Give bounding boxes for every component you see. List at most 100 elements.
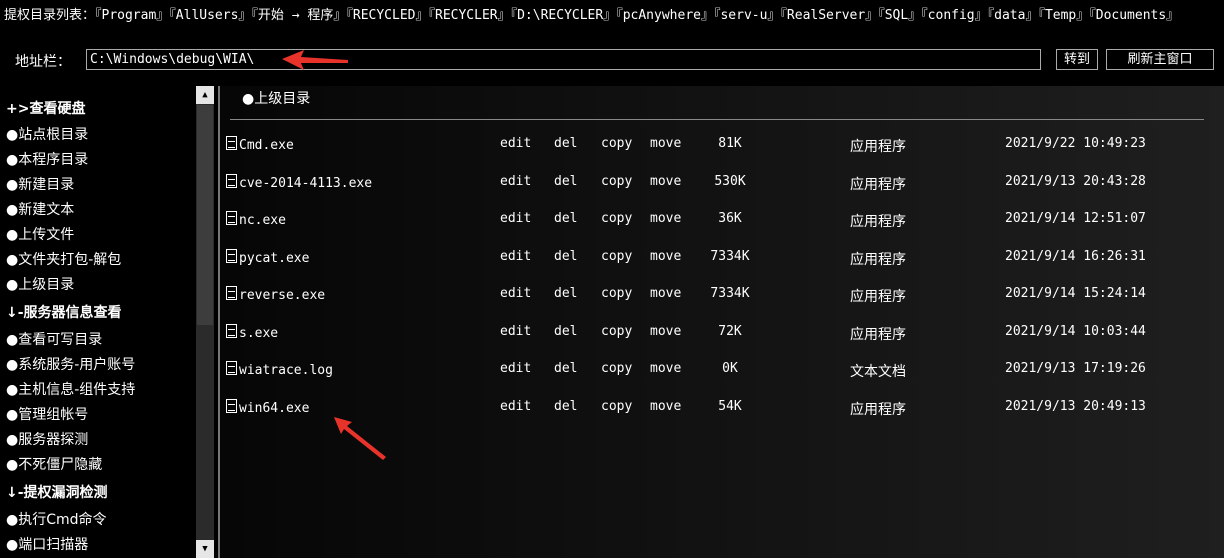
edit-link[interactable]: edit	[500, 136, 531, 151]
file-name: cve-2014-4113.exe	[239, 176, 373, 191]
move-link[interactable]: move	[650, 324, 681, 339]
sidebar-item-upload[interactable]: ●上传文件	[6, 224, 74, 244]
file-date: 2021/9/13 17:19:26	[1005, 361, 1146, 376]
sidebar-item-site-root[interactable]: ●站点根目录	[6, 124, 88, 144]
file-type: 应用程序	[850, 289, 906, 305]
edit-link[interactable]: edit	[500, 174, 531, 189]
file-icon	[226, 286, 237, 300]
file-size: 530K	[714, 174, 746, 189]
edit-link[interactable]: edit	[500, 249, 531, 264]
file-date: 2021/9/14 16:26:31	[1005, 249, 1146, 264]
file-type: 应用程序	[850, 139, 906, 155]
file-name-link[interactable]: s.exe	[226, 324, 278, 341]
scroll-down-arrow-icon[interactable]: ▼	[196, 540, 214, 558]
copy-link[interactable]: copy	[601, 249, 632, 264]
copy-link[interactable]: copy	[601, 136, 632, 151]
sidebar: +>查看硬盘 ●站点根目录 ●本程序目录 ●新建目录 ●新建文本 ●上传文件 ●…	[0, 86, 196, 558]
copy-link[interactable]: copy	[601, 399, 632, 414]
go-button[interactable]: 转到	[1056, 49, 1098, 70]
sidebar-item-port-scanner[interactable]: ●端口扫描器	[6, 534, 88, 554]
delete-link[interactable]: del	[554, 211, 577, 226]
move-link[interactable]: move	[650, 211, 681, 226]
file-size: 7334K	[710, 286, 750, 301]
file-type: 应用程序	[850, 402, 906, 418]
sidebar-item-server-probe[interactable]: ●服务器探测	[6, 429, 88, 449]
file-row: reverse.exe edit del copy move 7334K 应用程序 2021/…	[220, 286, 1220, 306]
file-name-link[interactable]: cve-2014-4113.exe	[226, 174, 372, 191]
delete-link[interactable]: del	[554, 136, 577, 151]
scroll-thumb[interactable]	[197, 105, 213, 325]
delete-link[interactable]: del	[554, 324, 577, 339]
file-type: 应用程序	[850, 177, 906, 193]
file-size: 0K	[722, 361, 738, 376]
parent-directory-link[interactable]: ●上级目录	[242, 88, 310, 108]
sidebar-item-services-accounts[interactable]: ●系统服务-用户账号	[6, 354, 135, 374]
file-row: nc.exe edit del copy move 36K 应用程序 2021/9/14 12…	[220, 211, 1220, 231]
file-row: pycat.exe edit del copy move 7334K 应用程序 2021/9/…	[220, 249, 1220, 269]
file-name: nc.exe	[239, 213, 286, 228]
sidebar-item-zombie-hide[interactable]: ●不死僵尸隐藏	[6, 454, 102, 474]
file-icon	[226, 136, 237, 150]
edit-link[interactable]: edit	[500, 399, 531, 414]
refresh-main-window-button[interactable]: 刷新主窗口	[1106, 49, 1214, 70]
delete-link[interactable]: del	[554, 399, 577, 414]
move-link[interactable]: move	[650, 136, 681, 151]
sidebar-item-parent-dir[interactable]: ●上级目录	[6, 274, 74, 294]
edit-link[interactable]: edit	[500, 324, 531, 339]
file-type: 应用程序	[850, 327, 906, 343]
file-row: cve-2014-4113.exe edit del copy move 530K 应用程序…	[220, 174, 1220, 194]
move-link[interactable]: move	[650, 361, 681, 376]
file-type: 文本文档	[850, 364, 906, 380]
file-type: 应用程序	[850, 214, 906, 230]
scroll-up-arrow-icon[interactable]: ▲	[196, 86, 214, 104]
copy-link[interactable]: copy	[601, 211, 632, 226]
copy-link[interactable]: copy	[601, 361, 632, 376]
divider	[230, 119, 1204, 120]
sidebar-item-host-info[interactable]: ●主机信息-组件支持	[6, 379, 135, 399]
file-name-link[interactable]: reverse.exe	[226, 286, 325, 303]
file-size: 36K	[718, 211, 742, 226]
file-date: 2021/9/13 20:43:28	[1005, 174, 1146, 189]
sidebar-scrollbar[interactable]: ▲ ▼	[196, 86, 214, 558]
file-icon	[226, 399, 237, 413]
address-input[interactable]	[86, 49, 1041, 70]
delete-link[interactable]: del	[554, 249, 577, 264]
move-link[interactable]: move	[650, 174, 681, 189]
sidebar-item-admin-group[interactable]: ●管理组帐号	[6, 404, 88, 424]
file-date: 2021/9/22 10:49:23	[1005, 136, 1146, 151]
sidebar-item-program-dir[interactable]: ●本程序目录	[6, 149, 88, 169]
copy-link[interactable]: copy	[601, 324, 632, 339]
section-server-info[interactable]: ↓-服务器信息查看	[6, 302, 122, 322]
sidebar-item-run-cmd[interactable]: ●执行Cmd命令	[6, 509, 107, 529]
file-date: 2021/9/14 10:03:44	[1005, 324, 1146, 339]
file-name-link[interactable]: wiatrace.log	[226, 361, 333, 378]
sidebar-item-new-dir[interactable]: ●新建目录	[6, 174, 74, 194]
file-name: Cmd.exe	[239, 138, 294, 153]
delete-link[interactable]: del	[554, 361, 577, 376]
section-privesc-check[interactable]: ↓-提权漏洞检测	[6, 482, 108, 502]
edit-link[interactable]: edit	[500, 211, 531, 226]
move-link[interactable]: move	[650, 399, 681, 414]
top-toolbar: 提权目录列表：『Program』『AllUsers』『开始 → 程序』『RECY…	[0, 0, 1224, 84]
file-name: win64.exe	[239, 401, 310, 416]
move-link[interactable]: move	[650, 286, 681, 301]
edit-link[interactable]: edit	[500, 286, 531, 301]
file-name-link[interactable]: nc.exe	[226, 211, 286, 228]
file-name: s.exe	[239, 326, 279, 341]
address-label: 地址栏：	[15, 54, 71, 70]
delete-link[interactable]: del	[554, 286, 577, 301]
edit-link[interactable]: edit	[500, 361, 531, 376]
file-name-link[interactable]: win64.exe	[226, 399, 309, 416]
file-name-link[interactable]: Cmd.exe	[226, 136, 294, 153]
sidebar-item-writable-dirs[interactable]: ●查看可写目录	[6, 329, 102, 349]
privilege-directory-list[interactable]: 提权目录列表：『Program』『AllUsers』『开始 → 程序』『RECY…	[4, 7, 1216, 24]
move-link[interactable]: move	[650, 249, 681, 264]
copy-link[interactable]: copy	[601, 174, 632, 189]
copy-link[interactable]: copy	[601, 286, 632, 301]
file-row: wiatrace.log edit del copy move 0K 文本文档 2021/9/…	[220, 361, 1220, 381]
file-name-link[interactable]: pycat.exe	[226, 249, 309, 266]
sidebar-item-pack-unpack[interactable]: ●文件夹打包-解包	[6, 249, 121, 269]
delete-link[interactable]: del	[554, 174, 577, 189]
section-view-disk[interactable]: +>查看硬盘	[6, 98, 85, 118]
sidebar-item-new-text[interactable]: ●新建文本	[6, 199, 74, 219]
